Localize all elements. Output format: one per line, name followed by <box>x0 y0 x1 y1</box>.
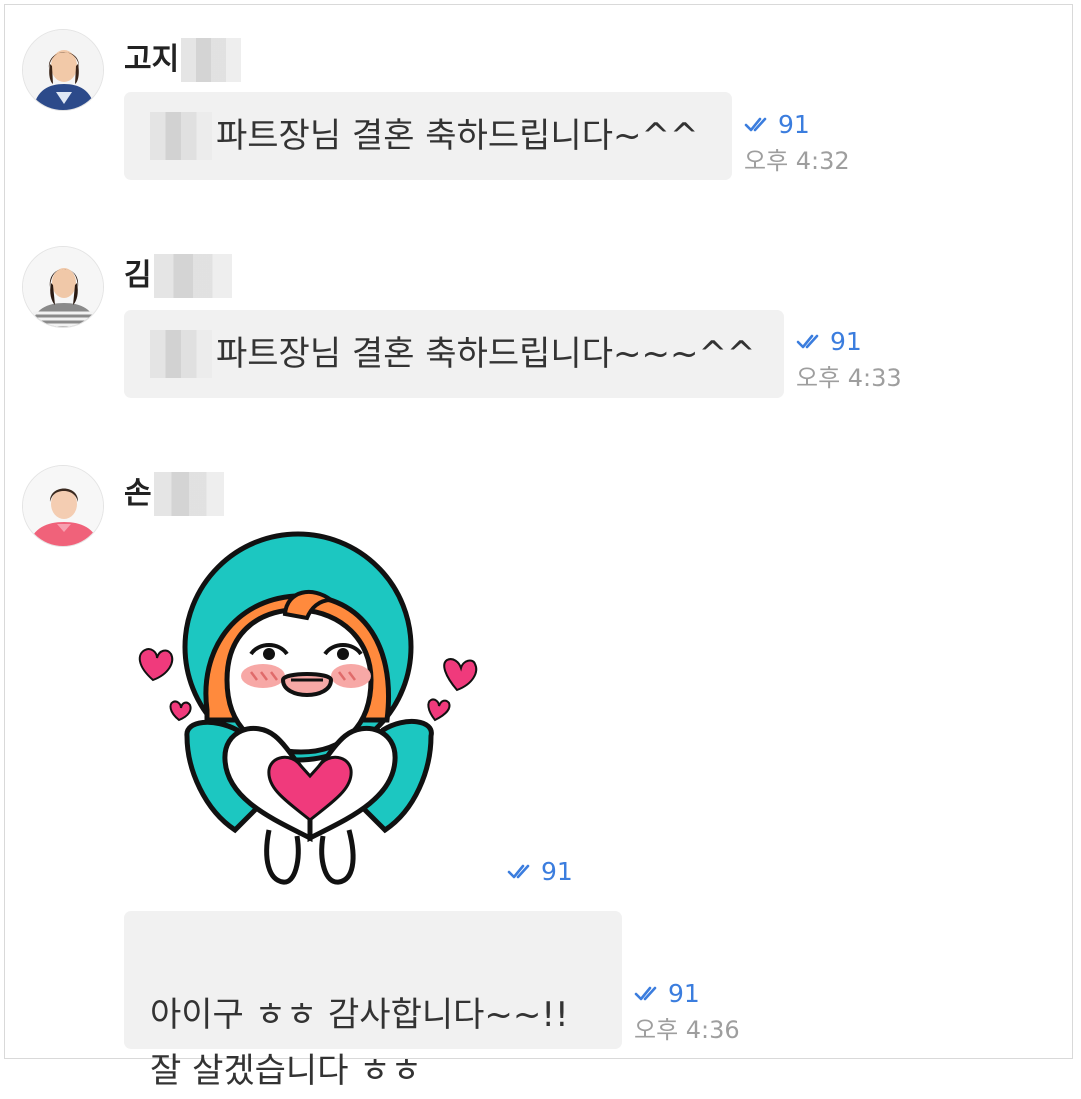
double-check-icon <box>507 864 530 879</box>
sticker-meta: 91 <box>507 857 573 887</box>
double-check-icon <box>796 334 819 349</box>
message-meta: 91 오후 4:33 <box>796 327 902 395</box>
message-text: 아이구 ㅎㅎ 감사합니다~~!! 잘 살겠습니다 ㅎㅎ <box>150 995 569 1091</box>
message-time: 오후 4:33 <box>796 364 902 392</box>
message-bubble[interactable]: 파트장님 결혼 축하드립니다~^^ <box>124 92 732 180</box>
message-time: 오후 4:36 <box>634 1016 740 1044</box>
heart-hands-sticker[interactable] <box>135 530 485 894</box>
redacted-name <box>153 472 224 516</box>
double-check-icon <box>744 117 767 132</box>
redacted-name <box>150 112 212 160</box>
avatar[interactable] <box>22 246 104 328</box>
redacted-name <box>150 330 212 378</box>
message-text: 파트장님 결혼 축하드립니다~~~^^ <box>216 334 756 374</box>
double-check-icon <box>634 986 657 1001</box>
message-time: 오후 4:32 <box>744 147 850 175</box>
redacted-name <box>153 254 232 298</box>
avatar[interactable] <box>22 29 104 111</box>
read-count: 91 <box>507 857 573 887</box>
sender-name: 손 <box>124 472 224 516</box>
message-meta: 91 오후 4:36 <box>634 979 740 1047</box>
avatar[interactable] <box>22 465 104 547</box>
message-bubble[interactable]: 파트장님 결혼 축하드립니다~~~^^ <box>124 310 784 398</box>
message-meta: 91 오후 4:32 <box>744 110 850 178</box>
message-text: 파트장님 결혼 축하드립니다~^^ <box>216 116 699 156</box>
read-count: 91 <box>796 327 902 357</box>
sender-name: 김 <box>124 254 232 298</box>
sender-name: 고지 <box>124 38 242 82</box>
read-count: 91 <box>634 979 740 1009</box>
message-bubble[interactable]: 아이구 ㅎㅎ 감사합니다~~!! 잘 살겠습니다 ㅎㅎ <box>124 911 622 1091</box>
read-count: 91 <box>744 110 850 140</box>
redacted-name <box>181 38 242 82</box>
